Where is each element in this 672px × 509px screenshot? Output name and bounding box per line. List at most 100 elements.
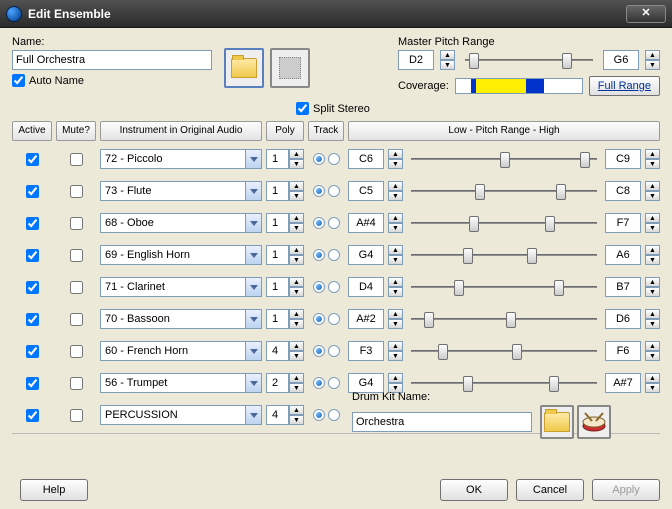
poly-spinner[interactable]: 1▲▼ [266,213,304,233]
range-slider[interactable] [407,277,601,297]
high-spinner[interactable]: ▲▼ [645,245,660,265]
poly-spinner[interactable]: 1▲▼ [266,181,304,201]
poly-spinner[interactable]: 4 ▲▼ [266,405,304,425]
poly-value[interactable]: 4 [266,405,289,425]
drum-kit-input[interactable] [352,412,532,432]
split-stereo-checkbox[interactable] [296,102,309,115]
poly-value[interactable]: 1 [266,245,289,265]
track-radio-1[interactable] [313,217,325,229]
track-radio-2[interactable] [328,313,340,325]
high-spinner[interactable]: ▲▼ [645,341,660,361]
high-value[interactable]: A6 [605,245,641,265]
instrument-field[interactable]: 73 - Flute [100,181,245,201]
track-radio-2[interactable] [328,281,340,293]
low-spinner[interactable]: ▲▼ [388,341,403,361]
high-spinner[interactable]: ▲▼ [645,373,660,393]
instrument-field[interactable]: 56 - Trumpet [100,373,245,393]
mute-checkbox[interactable] [70,313,83,326]
active-checkbox[interactable] [26,409,39,422]
high-value[interactable]: D6 [605,309,641,329]
high-spinner[interactable]: ▲▼ [645,149,660,169]
folder-button[interactable] [224,48,264,88]
low-spinner[interactable]: ▲▼ [388,373,403,393]
high-value[interactable]: B7 [605,277,641,297]
range-slider[interactable] [407,149,601,169]
poly-spinner[interactable]: 1▲▼ [266,245,304,265]
low-spinner[interactable]: ▲▼ [388,213,403,233]
high-value[interactable]: C8 [605,181,641,201]
low-spinner[interactable]: ▲▼ [388,277,403,297]
low-value[interactable]: F3 [348,341,384,361]
combo-dropdown-button[interactable] [245,309,262,329]
high-value[interactable]: A#7 [605,373,641,393]
poly-spinner[interactable]: 1▲▼ [266,309,304,329]
drum-folder-button[interactable] [540,405,574,439]
mute-checkbox[interactable] [70,153,83,166]
mute-checkbox[interactable] [70,217,83,230]
mute-checkbox[interactable] [70,185,83,198]
pitch-high-value[interactable]: G6 [603,50,639,70]
track-radio-2[interactable] [328,377,340,389]
track-radio-1[interactable] [313,313,325,325]
range-slider[interactable] [407,213,601,233]
poly-value[interactable]: 1 [266,277,289,297]
track-radio-2[interactable] [328,217,340,229]
combo-dropdown-button[interactable] [245,341,262,361]
low-spinner[interactable]: ▲▼ [388,149,403,169]
instrument-combo[interactable]: 60 - French Horn [100,341,262,361]
high-spinner[interactable]: ▲▼ [645,309,660,329]
header-track[interactable]: Track [308,121,344,141]
mute-checkbox[interactable] [70,249,83,262]
combo-dropdown-button[interactable] [245,373,262,393]
active-checkbox[interactable] [26,153,39,166]
header-mute[interactable]: Mute? [56,121,96,141]
instrument-combo[interactable]: PERCUSSION [100,405,262,425]
high-spinner[interactable]: ▲▼ [645,213,660,233]
track-radio-1[interactable] [313,185,325,197]
active-checkbox[interactable] [26,249,39,262]
ok-button[interactable]: OK [440,479,508,501]
track-radio-2[interactable] [328,409,340,421]
pitch-high-spinner[interactable]: ▲▼ [645,50,660,70]
help-button[interactable]: Help [20,479,88,501]
combo-dropdown-button[interactable] [245,149,262,169]
low-spinner[interactable]: ▲▼ [388,245,403,265]
low-value[interactable]: G4 [348,245,384,265]
poly-value[interactable]: 1 [266,149,289,169]
instrument-field[interactable]: 71 - Clarinet [100,277,245,297]
drum-kit-button[interactable] [577,405,611,439]
close-button[interactable]: ✕ [626,5,666,23]
low-value[interactable]: G4 [348,373,384,393]
full-range-button[interactable]: Full Range [589,76,660,96]
combo-dropdown-button[interactable] [245,277,262,297]
instrument-field[interactable]: 68 - Oboe [100,213,245,233]
mute-checkbox[interactable] [70,345,83,358]
header-active[interactable]: Active [12,121,52,141]
poly-spinner[interactable]: 2▲▼ [266,373,304,393]
low-spinner[interactable]: ▲▼ [388,181,403,201]
mute-checkbox[interactable] [70,281,83,294]
instrument-combo[interactable]: 70 - Bassoon [100,309,262,329]
poly-value[interactable]: 1 [266,213,289,233]
track-radio-2[interactable] [328,153,340,165]
blank-preset-button[interactable] [270,48,310,88]
low-value[interactable]: C5 [348,181,384,201]
low-value[interactable]: A#4 [348,213,384,233]
high-spinner[interactable]: ▲▼ [645,277,660,297]
active-checkbox[interactable] [26,313,39,326]
poly-value[interactable]: 2 [266,373,289,393]
track-radio-1[interactable] [313,377,325,389]
poly-value[interactable]: 1 [266,181,289,201]
combo-dropdown-button[interactable] [245,245,262,265]
instrument-combo[interactable]: 68 - Oboe [100,213,262,233]
auto-name-checkbox[interactable] [12,74,25,87]
poly-value[interactable]: 4 [266,341,289,361]
track-radio-2[interactable] [328,345,340,357]
instrument-field[interactable]: 60 - French Horn [100,341,245,361]
instrument-combo[interactable]: 72 - Piccolo [100,149,262,169]
combo-dropdown-button[interactable] [245,181,262,201]
low-spinner[interactable]: ▲▼ [388,309,403,329]
low-value[interactable]: A#2 [348,309,384,329]
high-spinner[interactable]: ▲▼ [645,181,660,201]
mute-checkbox[interactable] [70,409,83,422]
